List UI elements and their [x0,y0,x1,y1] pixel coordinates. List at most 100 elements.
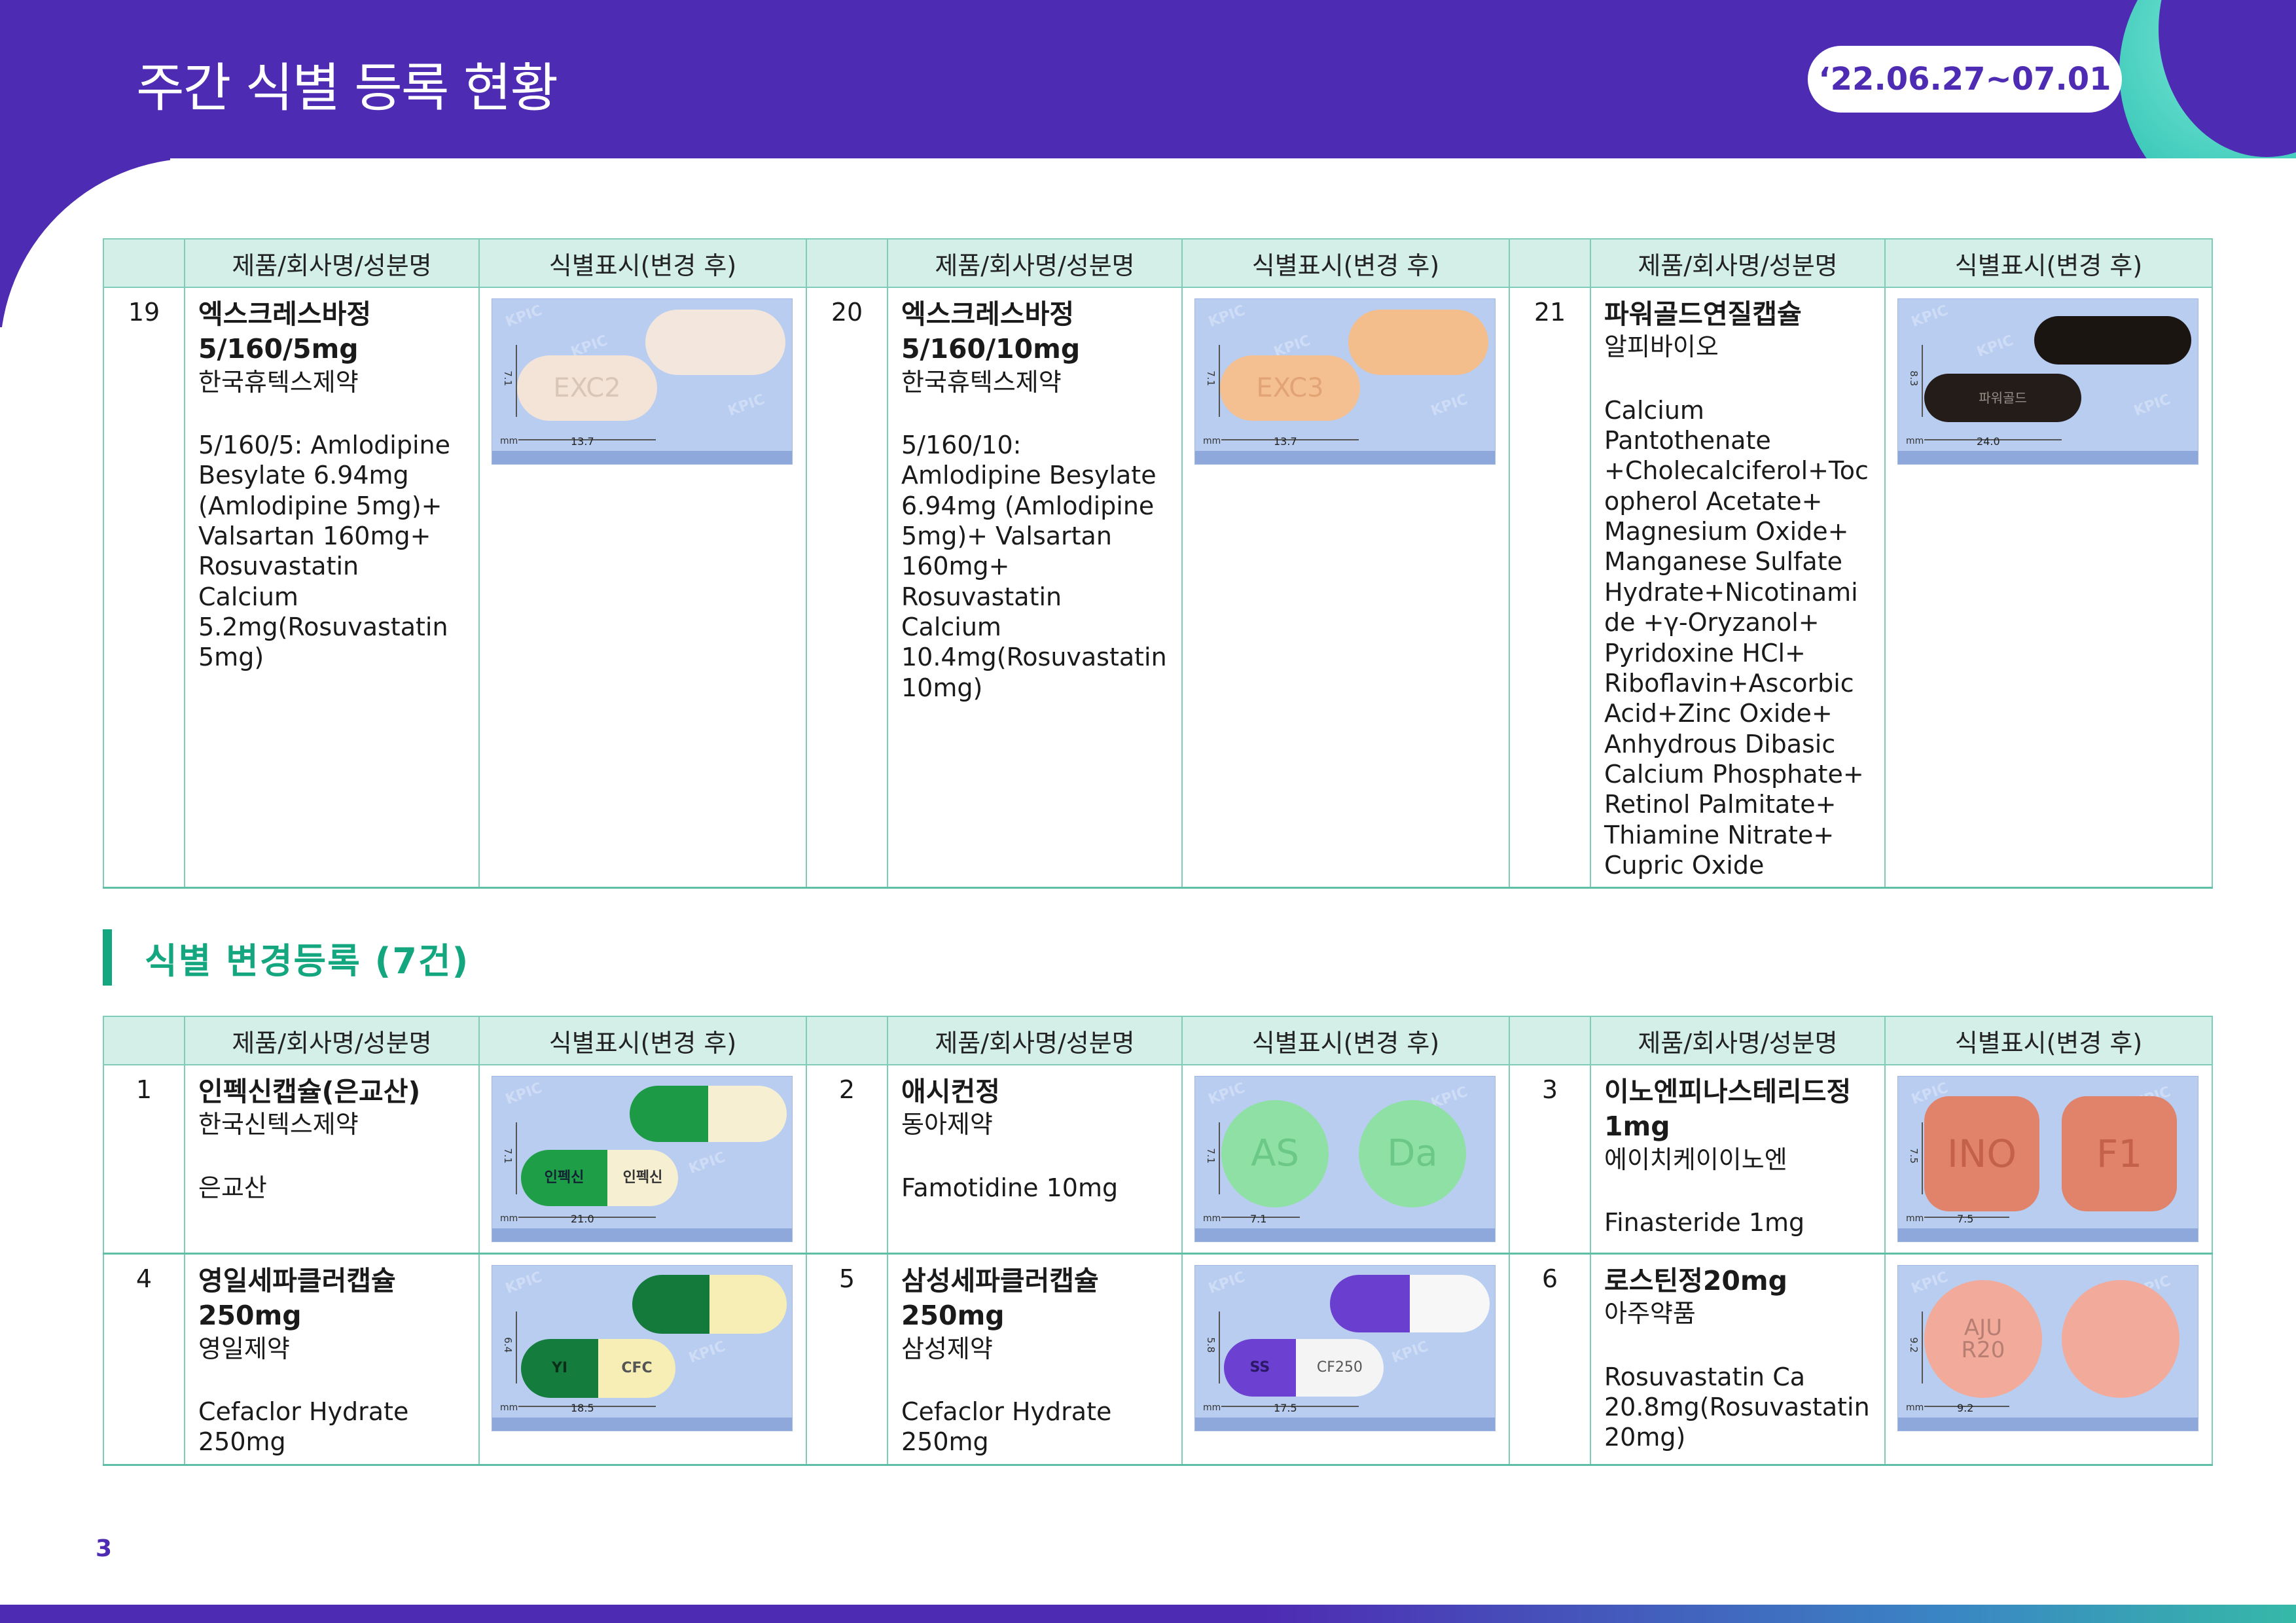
item-number: 2 [806,1065,888,1255]
height-label: 7.1 [502,370,514,387]
tablet-back: Da [1359,1100,1466,1207]
length-label: 7.1 [1250,1213,1267,1226]
product-name: 파워골드연질캡슐 [1604,298,1802,330]
unit-label: mm [1203,435,1221,446]
product-name: 엑스크레스바정 5/160/5mg [198,298,372,365]
product-name: 인펙신캡슐(은교산) [198,1076,421,1107]
column-header-product: 제품/회사명/성분명 [184,238,480,288]
page-number: 3 [96,1535,113,1562]
imprint-back: CFC [598,1339,675,1398]
column-header-identification: 식별표시(변경 후) [1884,238,2213,288]
ingredient-text: Famotidine 10mg [901,1173,1119,1202]
ingredient-text: Cefaclor Hydrate 250mg [901,1397,1112,1457]
pill-image-cell: KPIC KPIC AS Da 7.1 mm 7.1 [1181,1065,1510,1255]
tablet-front: EXC3 [1220,355,1360,421]
ingredient-text: Calcium Pantothenate +Cholecalciferol+To… [1604,395,1869,880]
unit-label: mm [1906,1402,1924,1413]
product-name: 로스틴정20mg [1604,1265,1788,1296]
table-row: 19 엑스크레스바정 5/160/5mg 한국휴텍스제약 5/160/5: Am… [103,287,2213,889]
unit-label: mm [1906,1213,1924,1224]
column-header-identification: 식별표시(변경 후) [478,238,807,288]
section-accent-bar [103,929,112,986]
company-name: 아주약품 [1604,1299,1696,1329]
imprint-back: CF250 [1295,1339,1384,1397]
capsule-back [630,1086,787,1142]
product-cell: 이노엔피나스테리드정 1mg 에이치케이이노엔 Finasteride 1mg [1590,1065,1886,1255]
column-header-product: 제품/회사명/성분명 [887,1016,1183,1065]
column-header-identification: 식별표시(변경 후) [1181,1016,1510,1065]
ingredient-text: 5/160/5: Amlodipine Besylate 6.94mg (Aml… [198,430,451,672]
pill-image-cell: KPIC KPIC YI CFC 6.4 mm 18.5 [478,1253,807,1466]
product-cell: 인펙신캡슐(은교산) 한국신텍스제약 은교산 [184,1065,480,1255]
pill-photo: KPIC KPIC KPIC EXC3 7.1 mm 13.7 [1194,298,1496,465]
imprint-front: 인펙신 [521,1150,607,1206]
ingredient-text: Cefaclor Hydrate 250mg [198,1397,409,1457]
item-number: 1 [103,1065,185,1255]
item-number: 19 [103,287,185,889]
pill-image-cell: KPIC KPIC 인펙신 인펙신 7.1 mm 21.0 [478,1065,807,1255]
height-label: 8.3 [1908,370,1920,387]
company-name: 동아제약 [901,1110,993,1139]
tablet-back [1348,310,1488,375]
item-number: 4 [103,1253,185,1466]
ingredient-text: Rosuvastatin Ca 20.8mg(Rosuvastatin 20mg… [1604,1362,1870,1452]
product-name: 삼성세파클러캡슐 250mg [901,1265,1099,1332]
length-label: 17.5 [1274,1402,1297,1415]
imprint-front: SS [1224,1339,1296,1397]
table-header-row: 제품/회사명/성분명 식별표시(변경 후) 제품/회사명/성분명 식별표시(변경… [103,238,2213,288]
imprint-back: 인펙신 [607,1150,678,1206]
tablet-back: F1 [2062,1096,2177,1211]
length-label: 21.0 [571,1213,594,1226]
height-label: 6.4 [502,1337,514,1353]
length-label: 13.7 [1274,435,1297,448]
table-header-row: 제품/회사명/성분명 식별표시(변경 후) 제품/회사명/성분명 식별표시(변경… [103,1016,2213,1065]
length-label: 7.5 [1957,1213,1974,1226]
length-label: 18.5 [571,1402,594,1415]
unit-label: mm [500,1402,518,1413]
column-header-identification: 식별표시(변경 후) [1181,238,1510,288]
registration-table-changed: 제품/회사명/성분명 식별표시(변경 후) 제품/회사명/성분명 식별표시(변경… [103,1016,2213,1466]
column-header-product: 제품/회사명/성분명 [184,1016,480,1065]
length-label: 24.0 [1977,435,2000,448]
item-number: 6 [1509,1253,1591,1466]
date-range-badge: ‘22.06.27~07.01 [1808,46,2122,113]
tablet-front: INO [1924,1096,2039,1211]
height-label: 7.5 [1908,1148,1920,1164]
item-number: 5 [806,1253,888,1466]
company-name: 한국휴텍스제약 [901,367,1062,397]
pill-image-cell: KPIC KPIC KPIC EXC3 7.1 mm 13.7 [1181,287,1510,889]
pill-image-cell: KPIC KPIC AJU R20 9.2 mm 9.2 [1884,1253,2213,1466]
section-title: 식별 변경등록 (7건) [145,940,470,982]
height-label: 7.1 [1205,1148,1217,1164]
product-cell: 파워골드연질캡슐 알피바이오 Calcium Pantothenate +Cho… [1590,287,1886,889]
column-header-identification: 식별표시(변경 후) [478,1016,807,1065]
pill-image-cell: KPIC KPIC SS CF250 5.8 mm 17.5 [1181,1253,1510,1466]
column-header-product: 제품/회사명/성분명 [887,238,1183,288]
pill-photo: KPICKPIC INO F1 7.5 mm 7.5 [1897,1076,2198,1242]
item-number: 21 [1509,287,1591,889]
product-cell: 엑스크레스바정 5/160/10mg 한국휴텍스제약 5/160/10: Aml… [887,287,1183,889]
capsule-front: YI CFC [521,1339,675,1398]
height-label: 5.8 [1205,1337,1217,1353]
item-number: 3 [1509,1065,1591,1255]
unit-label: mm [1203,1213,1221,1224]
capsule-front: SS CF250 [1224,1339,1384,1397]
unit-label: mm [1203,1402,1221,1413]
product-cell: 엑스크레스바정 5/160/5mg 한국휴텍스제약 5/160/5: Amlod… [184,287,480,889]
height-label: 9.2 [1908,1337,1920,1353]
product-name: 이노엔피나스테리드정 1mg [1604,1076,1852,1143]
company-name: 한국신텍스제약 [198,1110,359,1139]
footer-gradient-bar [0,1605,2296,1623]
product-name: 애시컨정 [901,1076,1000,1107]
column-header-product: 제품/회사명/성분명 [1590,1016,1886,1065]
ingredient-text: 은교산 [198,1173,267,1202]
ingredient-text: 5/160/10: Amlodipine Besylate 6.94mg (Am… [901,430,1167,702]
product-cell: 로스틴정20mg 아주약품 Rosuvastatin Ca 20.8mg(Ros… [1590,1253,1886,1466]
length-label: 13.7 [571,435,594,448]
unit-label: mm [500,1213,518,1224]
product-name: 엑스크레스바정 5/160/10mg [901,298,1081,365]
pill-image-cell: KPIC KPIC KPIC 파워골드 8.3 mm 24.0 [1884,287,2213,889]
section-heading: 식별 변경등록 (7건) [103,929,469,986]
capsule-front: 파워골드 [1924,374,2081,422]
capsule-front: 인펙신 인펙신 [521,1150,678,1206]
